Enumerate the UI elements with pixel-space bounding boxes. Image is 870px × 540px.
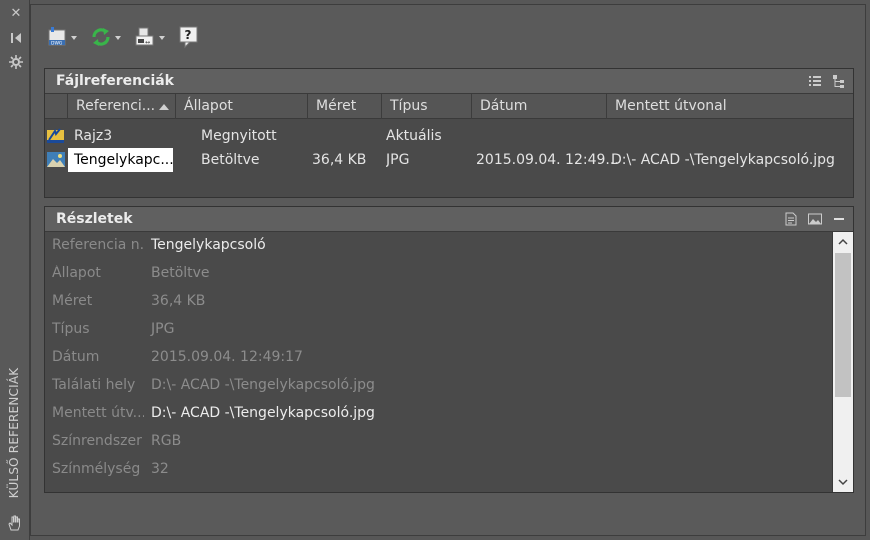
palette-side-strip: ✕ KÜLSŐ REFERENCIÁK — [0, 0, 30, 540]
detail-label: Méret — [52, 293, 93, 309]
close-icon[interactable]: ✕ — [8, 6, 24, 22]
panel-splitter[interactable] — [451, 200, 481, 212]
detail-label: Mentett útv... — [52, 405, 144, 421]
list-view-icon[interactable] — [807, 73, 823, 89]
detail-value: JPG — [151, 321, 175, 337]
file-references-title: Fájlreferenciák — [56, 73, 174, 89]
details-list: Referencia n... Tengelykapcsoló Állapot … — [45, 232, 853, 492]
attach-dwg-button[interactable]: DWG — [45, 25, 79, 49]
drawing-icon — [46, 125, 66, 145]
detail-row-status: Állapot Betöltve — [45, 260, 835, 288]
detail-value: D:\- ACAD -\Tengelykapcsoló.jpg — [151, 377, 375, 393]
detail-value: Betöltve — [151, 265, 210, 281]
column-date[interactable]: Dátum — [471, 94, 606, 119]
refresh-button[interactable] — [89, 25, 123, 49]
row-status: Betöltve — [201, 152, 260, 168]
collapse-icon[interactable] — [831, 211, 847, 227]
details-view-icon[interactable] — [783, 211, 799, 227]
details-panel: Részletek Referencia n... Tengelykapcsol… — [44, 206, 854, 493]
toolbar: DWG ↔ ? — [45, 23, 211, 51]
detail-label: Színrendszer — [52, 433, 142, 449]
help-button[interactable]: ? — [177, 25, 201, 49]
attach-dropdown-arrow[interactable] — [69, 25, 79, 49]
image-icon — [46, 149, 66, 169]
file-references-header: Fájlreferenciák — [45, 69, 853, 94]
attach-dwg-icon: DWG — [45, 25, 69, 49]
detail-value: 32 — [151, 461, 169, 477]
svg-text:?: ? — [185, 28, 192, 42]
xref-palette: DWG ↔ ? Fájlreferenciák Referenci... Áll… — [30, 4, 866, 536]
row-date: 2015.09.04. 12:49... — [476, 152, 619, 168]
svg-text:↔: ↔ — [145, 39, 150, 46]
column-reference-name[interactable]: Referenci... — [67, 94, 175, 119]
scrollbar-thumb[interactable] — [835, 253, 851, 397]
sort-ascending-icon — [159, 104, 169, 110]
change-path-icon: ↔ — [133, 25, 157, 49]
details-title: Részletek — [56, 211, 133, 227]
detail-label: Típus — [52, 321, 90, 337]
detail-value: RGB — [151, 433, 182, 449]
detail-row-color-depth: Színmélység 32 — [45, 456, 835, 484]
detail-value[interactable]: D:\- ACAD -\Tengelykapcsoló.jpg — [151, 405, 375, 421]
svg-text:DWG: DWG — [51, 41, 63, 47]
preview-icon[interactable] — [807, 211, 823, 227]
row-type: JPG — [386, 152, 410, 168]
table-row[interactable]: Tengelykapc... Betöltve 36,4 KB JPG 2015… — [45, 148, 853, 172]
detail-value[interactable]: Tengelykapcsoló — [151, 237, 266, 253]
help-icon: ? — [177, 25, 201, 49]
column-type[interactable]: Típus — [381, 94, 471, 119]
table-row[interactable]: Rajz3 Megnyitott Aktuális — [45, 124, 853, 148]
detail-label: Találati hely — [52, 377, 136, 393]
detail-row-color-system: Színrendszer RGB — [45, 428, 835, 456]
detail-value: 36,4 KB — [151, 293, 206, 309]
row-size: 36,4 KB — [312, 152, 367, 168]
column-status[interactable]: Állapot — [175, 94, 307, 119]
file-references-table-header: Referenci... Állapot Méret Típus Dátum M… — [45, 94, 853, 119]
detail-row-found-at: Találati hely D:\- ACAD -\Tengelykapcsol… — [45, 372, 835, 400]
palette-title: KÜLSŐ REFERENCIÁK — [7, 367, 21, 499]
detail-label: Referencia n... — [52, 237, 144, 253]
detail-row-saved-path: Mentett útv... D:\- ACAD -\Tengelykapcso… — [45, 400, 835, 428]
refresh-dropdown-arrow[interactable] — [113, 25, 123, 49]
row-status: Megnyitott — [201, 128, 277, 144]
detail-value: 2015.09.04. 12:49:17 — [151, 349, 303, 365]
details-header: Részletek — [45, 207, 853, 232]
refresh-icon — [89, 25, 113, 49]
file-references-panel: Fájlreferenciák Referenci... Állapot Mér… — [44, 68, 854, 198]
detail-label: Állapot — [52, 265, 101, 281]
scroll-up-icon[interactable] — [833, 232, 853, 252]
detail-row-type: Típus JPG — [45, 316, 835, 344]
row-type: Aktuális — [386, 128, 442, 144]
row-reference-name: Tengelykapc... — [68, 148, 173, 172]
scroll-down-icon[interactable] — [833, 472, 853, 492]
detail-label: Színmélység — [52, 461, 141, 477]
row-path: D:\- ACAD -\Tengelykapcsoló.jpg — [611, 152, 835, 168]
row-reference-name: Rajz3 — [74, 128, 113, 144]
change-path-button[interactable]: ↔ — [133, 25, 167, 49]
autohide-icon[interactable] — [8, 30, 24, 46]
detail-label: Dátum — [52, 349, 100, 365]
detail-row-date: Dátum 2015.09.04. 12:49:17 — [45, 344, 835, 372]
detail-row-reference-name: Referencia n... Tengelykapcsoló — [45, 232, 835, 260]
hand-icon — [6, 514, 24, 532]
detail-row-size: Méret 36,4 KB — [45, 288, 835, 316]
details-scrollbar[interactable] — [832, 232, 853, 492]
column-size[interactable]: Méret — [307, 94, 381, 119]
tree-view-icon[interactable] — [831, 73, 847, 89]
column-saved-path[interactable]: Mentett útvonal — [606, 94, 854, 119]
properties-icon[interactable] — [8, 54, 24, 70]
change-path-dropdown-arrow[interactable] — [157, 25, 167, 49]
